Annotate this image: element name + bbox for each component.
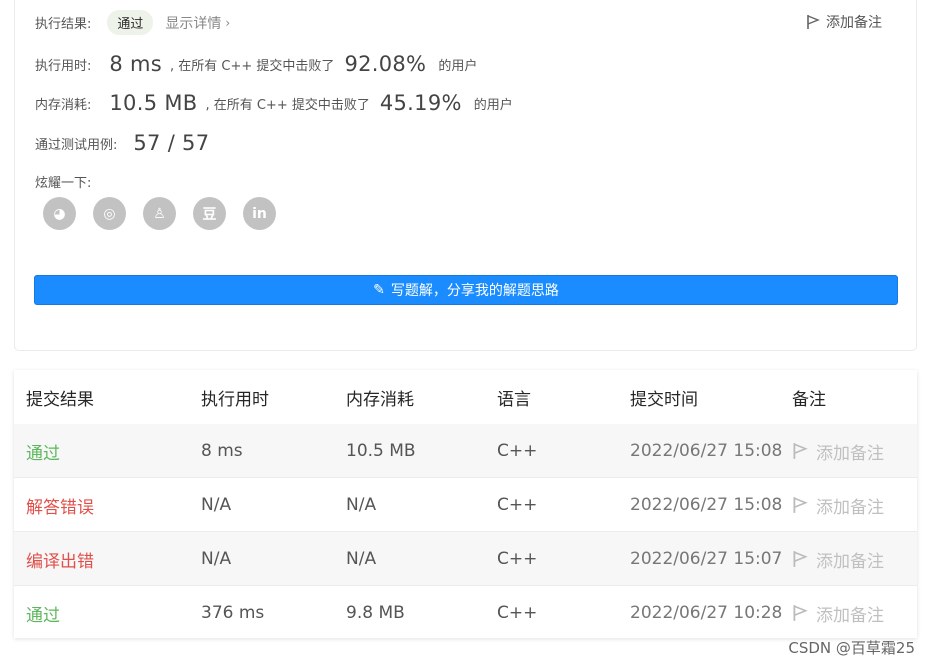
add-note-button[interactable]: 添加备注 (806, 12, 882, 32)
share-label: 炫耀一下: (35, 176, 92, 191)
row-add-note-button[interactable]: 添加备注 (792, 547, 884, 572)
exec-result-label: 执行结果: (35, 17, 92, 32)
linkedin-icon[interactable]: in (243, 197, 276, 230)
row-add-note-label: 添加备注 (816, 605, 884, 626)
row-status-link[interactable]: 编译出错 (26, 547, 94, 572)
status-badge: 通过 (107, 10, 154, 35)
memory-value: 10.5 MB (109, 91, 198, 115)
show-details-link[interactable]: 显示详情 › (165, 13, 230, 33)
flag-icon (793, 605, 808, 621)
runtime-value: 8 ms (109, 52, 163, 76)
row-submit-time: 2022/06/27 10:28 (630, 603, 783, 623)
show-details-label: 显示详情 (165, 15, 222, 32)
row-language: C++ (497, 603, 538, 623)
row-language: C++ (497, 495, 538, 515)
header-submit-time: 提交时间 (630, 389, 698, 410)
header-runtime: 执行用时 (201, 389, 269, 410)
memory-row: 内存消耗: 10.5 MB , 在所有 C++ 提交中击败了 45.19% 的用… (35, 91, 513, 115)
header-status: 提交结果 (26, 389, 94, 410)
memory-percent: 45.19% (379, 91, 462, 115)
row-status-link[interactable]: 通过 (26, 601, 60, 626)
row-add-note-label: 添加备注 (816, 443, 884, 464)
flag-icon (793, 551, 808, 567)
memory-suffix: 的用户 (473, 97, 513, 113)
runtime-percent: 92.08% (344, 52, 427, 76)
result-card: 执行结果: 通过 显示详情 › 添加备注 执行用时: 8 ms , 在所有 C+… (14, 0, 917, 351)
douban-icon[interactable]: 豆 (193, 197, 226, 230)
memory-beat-text: , 在所有 C++ 提交中击败了 (205, 97, 370, 113)
row-memory: 9.8 MB (346, 603, 405, 623)
row-add-note-button[interactable]: 添加备注 (792, 601, 884, 626)
header-memory: 内存消耗 (346, 389, 414, 410)
tests-label: 通过测试用例: (35, 137, 118, 153)
row-memory: 10.5 MB (346, 441, 416, 461)
row-runtime: N/A (201, 549, 232, 569)
header-language: 语言 (497, 389, 531, 410)
row-status-link[interactable]: 解答错误 (26, 493, 94, 518)
runtime-suffix: 的用户 (438, 58, 478, 74)
table-row[interactable]: 通过 376 ms 9.8 MB C++ 2022/06/27 10:28 添加… (14, 586, 917, 640)
share-icons: ◕ ◎ ♙ 豆 in (43, 197, 293, 230)
flag-icon (807, 15, 820, 29)
flag-icon (793, 497, 808, 513)
row-add-note-button[interactable]: 添加备注 (792, 493, 884, 518)
tests-row: 通过测试用例: 57 / 57 (35, 131, 209, 155)
row-runtime: 8 ms (201, 441, 243, 461)
runtime-beat-text: , 在所有 C++ 提交中击败了 (170, 58, 335, 74)
table-header-row: 提交结果 执行用时 内存消耗 语言 提交时间 备注 (14, 370, 917, 424)
runtime-row: 执行用时: 8 ms , 在所有 C++ 提交中击败了 92.08% 的用户 (35, 52, 477, 76)
watermark: CSDN @百草霜25 (788, 639, 915, 657)
row-submit-time: 2022/06/27 15:08 (630, 495, 783, 515)
share-label-row: 炫耀一下: (35, 172, 91, 191)
row-language: C++ (497, 441, 538, 461)
row-add-note-button[interactable]: 添加备注 (792, 439, 884, 464)
table-row[interactable]: 解答错误 N/A N/A C++ 2022/06/27 15:08 添加备注 (14, 478, 917, 532)
header-note: 备注 (792, 389, 826, 410)
row-status-link[interactable]: 通过 (26, 439, 60, 464)
submissions-table: 提交结果 执行用时 内存消耗 语言 提交时间 备注 通过 8 ms 10.5 M… (14, 370, 917, 638)
table-row[interactable]: 通过 8 ms 10.5 MB C++ 2022/06/27 15:08 添加备… (14, 424, 917, 478)
write-solution-label: 写题解，分享我的解题思路 (390, 283, 559, 299)
row-memory: N/A (346, 495, 377, 515)
row-language: C++ (497, 549, 538, 569)
memory-label: 内存消耗: (35, 97, 92, 113)
qq-icon[interactable]: ♙ (143, 197, 176, 230)
row-runtime: N/A (201, 495, 232, 515)
row-add-note-label: 添加备注 (816, 551, 884, 572)
table-row[interactable]: 编译出错 N/A N/A C++ 2022/06/27 15:07 添加备注 (14, 532, 917, 586)
flag-icon (793, 443, 808, 459)
pencil-icon: ✎ (373, 282, 385, 298)
add-note-label: 添加备注 (826, 15, 882, 31)
row-add-note-label: 添加备注 (816, 497, 884, 518)
write-solution-button[interactable]: ✎ 写题解，分享我的解题思路 (34, 275, 898, 305)
runtime-label: 执行用时: (35, 58, 92, 74)
row-runtime: 376 ms (201, 603, 265, 623)
row-submit-time: 2022/06/27 15:07 (630, 549, 783, 569)
tests-value: 57 / 57 (133, 131, 210, 155)
chevron-right-icon: › (225, 15, 231, 30)
row-memory: N/A (346, 549, 377, 569)
weibo-icon[interactable]: ◎ (93, 197, 126, 230)
row-submit-time: 2022/06/27 15:08 (630, 441, 783, 461)
wechat-icon[interactable]: ◕ (43, 197, 76, 230)
exec-result-row: 执行结果: 通过 显示详情 › (35, 10, 230, 35)
